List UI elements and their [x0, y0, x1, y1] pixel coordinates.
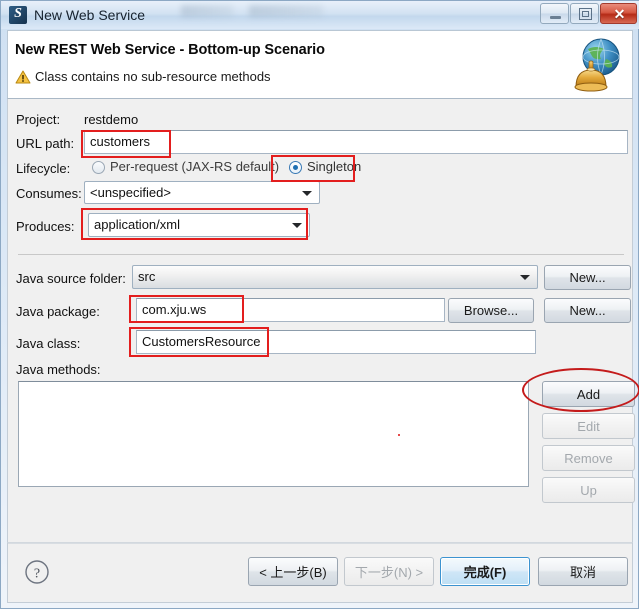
radio-singleton[interactable]	[289, 161, 302, 174]
page-title: New REST Web Service - Bottom-up Scenari…	[15, 42, 325, 58]
java-source-folder-label: Java source folder:	[16, 271, 126, 286]
redacted-title-area-2	[249, 5, 323, 17]
produces-label: Produces:	[16, 219, 75, 234]
radio-per-request-label: Per-request (JAX-RS default)	[110, 159, 280, 174]
chevron-down-icon-2	[292, 223, 302, 228]
lifecycle-label: Lifecycle:	[16, 161, 71, 176]
status-message: Class contains no sub-resource methods	[35, 69, 271, 84]
edit-method-button: Edit	[542, 413, 635, 439]
back-button[interactable]: < 上一步(B)	[248, 557, 338, 586]
close-icon: ✕	[613, 6, 626, 22]
next-button: 下一步(N) >	[344, 557, 434, 586]
project-label: Project:	[16, 112, 61, 127]
new-web-service-dialog: S New Web Service ✕ New REST Web Service…	[0, 0, 639, 609]
wizard-body: Project: restdemo URL path: customers Li…	[7, 99, 635, 542]
java-class-label: Java class:	[16, 336, 81, 351]
radio-singleton-label: Singleton	[307, 159, 362, 174]
java-package-browse-button[interactable]: Browse...	[448, 298, 534, 323]
restore-button[interactable]	[570, 3, 599, 24]
consumes-label: Consumes:	[16, 186, 82, 201]
radio-per-request[interactable]	[92, 161, 105, 174]
warning-icon	[15, 70, 31, 84]
minimize-button[interactable]	[540, 3, 569, 24]
add-method-button[interactable]: Add	[542, 381, 635, 407]
window-controls: ✕	[539, 3, 637, 25]
produces-combo[interactable]: application/xml	[88, 213, 310, 237]
java-class-input[interactable]: CustomersResource	[136, 330, 536, 354]
java-source-folder-new-button[interactable]: New...	[544, 265, 631, 290]
close-button[interactable]: ✕	[600, 3, 637, 24]
java-package-label: Java package:	[16, 304, 100, 319]
project-value: restdemo	[84, 112, 139, 127]
section-divider	[18, 254, 624, 255]
wizard-header: New REST Web Service - Bottom-up Scenari…	[7, 30, 633, 99]
java-package-input[interactable]: com.xju.ws	[136, 298, 445, 322]
up-method-button: Up	[542, 477, 635, 503]
cancel-button[interactable]: 取消	[538, 557, 628, 586]
java-source-folder-combo[interactable]: src	[132, 265, 538, 289]
consumes-combo[interactable]: <unspecified>	[84, 181, 320, 204]
java-methods-label: Java methods:	[16, 362, 101, 377]
title-bar: S New Web Service ✕	[1, 1, 639, 29]
cursor-artifact	[398, 434, 400, 436]
chevron-down-icon-3	[520, 275, 530, 280]
redacted-title-area	[181, 5, 233, 17]
produces-value: application/xml	[94, 217, 180, 232]
globe-service-icon	[574, 38, 620, 92]
finish-button[interactable]: 完成(F)	[440, 557, 530, 586]
svg-text:?: ?	[34, 567, 40, 582]
java-source-folder-value: src	[138, 269, 156, 284]
dialog-footer: ? < 上一步(B) 下一步(N) > 完成(F) 取消	[7, 542, 633, 603]
url-path-input[interactable]: customers	[84, 130, 628, 154]
url-path-label: URL path:	[16, 136, 75, 151]
web-service-icon: S	[9, 6, 27, 24]
chevron-down-icon	[302, 190, 312, 196]
java-methods-list[interactable]	[18, 381, 529, 487]
java-package-new-button[interactable]: New...	[544, 298, 631, 323]
consumes-value: <unspecified>	[90, 185, 171, 200]
window-title: New Web Service	[34, 7, 146, 23]
remove-method-button: Remove	[542, 445, 635, 471]
help-icon[interactable]: ?	[24, 559, 50, 585]
